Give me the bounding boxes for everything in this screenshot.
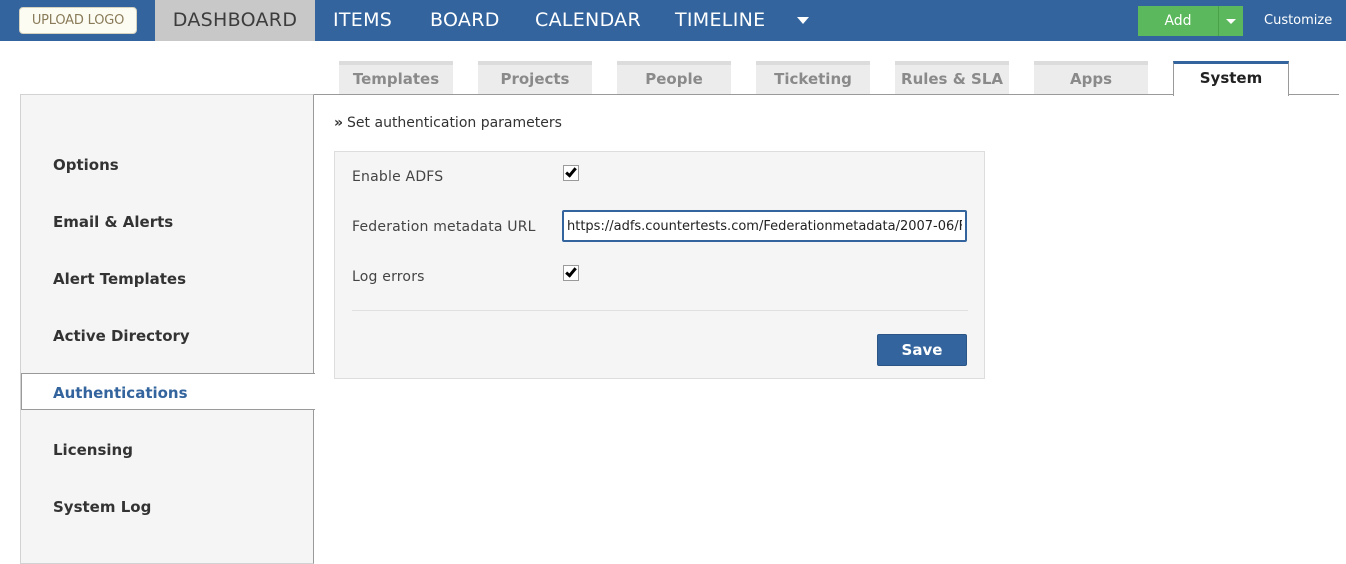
sidebar-item-email-alerts[interactable]: Email & Alerts [53, 213, 173, 231]
nav-more-chevron-down-icon[interactable] [797, 17, 809, 24]
top-nav-bar: UPLOAD LOGO DASHBOARD ITEMS BOARD CALEND… [0, 0, 1346, 41]
federation-metadata-url-label: Federation metadata URL [352, 219, 536, 235]
authentication-form-panel: Enable ADFS Federation metadata URL Log … [334, 151, 985, 379]
nav-items[interactable]: ITEMS [333, 0, 392, 41]
sidebar-item-licensing[interactable]: Licensing [53, 441, 133, 459]
sidebar-item-alert-templates[interactable]: Alert Templates [53, 270, 186, 288]
log-errors-label: Log errors [352, 269, 425, 285]
breadcrumb: » Set authentication parameters [334, 115, 562, 131]
form-divider [352, 310, 968, 311]
upload-logo-button[interactable]: UPLOAD LOGO [19, 7, 137, 34]
tab-apps[interactable]: Apps [1034, 61, 1148, 94]
nav-timeline[interactable]: TIMELINE [675, 0, 765, 41]
tab-ticketing[interactable]: Ticketing [756, 61, 870, 94]
log-errors-checkbox[interactable] [563, 265, 579, 281]
checkmark-icon [565, 165, 577, 178]
tab-system[interactable]: System [1173, 61, 1289, 96]
nav-dashboard[interactable]: DASHBOARD [155, 0, 315, 41]
sidebar-item-active-directory[interactable]: Active Directory [53, 327, 190, 345]
nav-calendar[interactable]: CALENDAR [535, 0, 641, 41]
chevron-down-icon [1226, 19, 1236, 24]
nav-board[interactable]: BOARD [430, 0, 500, 41]
settings-sidebar: Options Email & Alerts Alert Templates A… [20, 94, 314, 564]
checkmark-icon [565, 265, 577, 278]
sidebar-item-authentications[interactable]: Authentications [21, 373, 315, 410]
enable-adfs-label: Enable ADFS [352, 169, 444, 185]
federation-metadata-url-input[interactable] [562, 210, 967, 242]
add-button-group: Add [1138, 6, 1243, 36]
customize-link[interactable]: Customize [1264, 0, 1332, 41]
add-dropdown-button[interactable] [1219, 6, 1243, 36]
enable-adfs-checkbox[interactable] [563, 165, 579, 181]
sidebar-item-label: Authentications [53, 384, 188, 402]
tab-rules-sla[interactable]: Rules & SLA [895, 61, 1009, 94]
add-button[interactable]: Add [1138, 6, 1218, 36]
sidebar-item-system-log[interactable]: System Log [53, 498, 151, 516]
double-chevron-right-icon: » [334, 115, 344, 131]
save-button[interactable]: Save [877, 334, 967, 366]
tab-people[interactable]: People [617, 61, 731, 94]
tab-projects[interactable]: Projects [478, 61, 592, 94]
sidebar-item-options[interactable]: Options [53, 156, 119, 174]
tab-templates[interactable]: Templates [339, 61, 453, 94]
breadcrumb-text: Set authentication parameters [347, 115, 562, 131]
